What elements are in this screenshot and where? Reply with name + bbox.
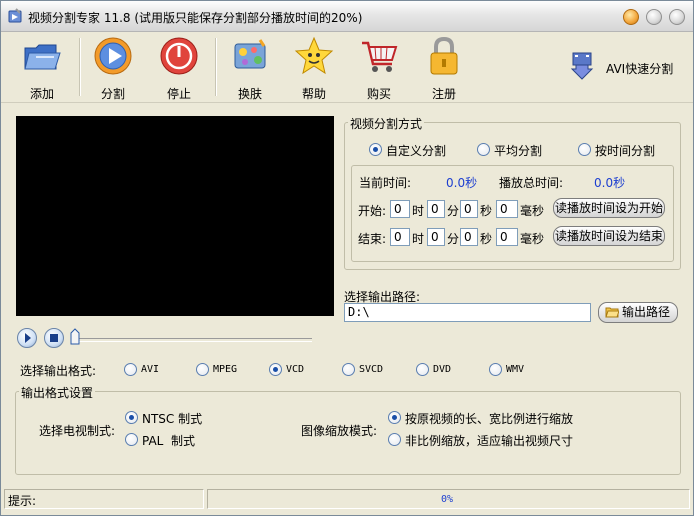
play-icon bbox=[25, 333, 31, 343]
status-hint-pane: 提示: bbox=[4, 489, 204, 509]
folder-icon bbox=[605, 307, 619, 318]
end-ms-input[interactable]: 0 bbox=[496, 228, 518, 246]
radio-time-split-label: 按时间分割 bbox=[595, 144, 656, 158]
split-mode-title: 视频分割方式 bbox=[348, 115, 425, 132]
main-window: 视频分割专家 11.8 (试用版只能保存分割部分播放时间的20%) 添加 分割 bbox=[0, 0, 694, 516]
output-path-input[interactable]: D:\ bbox=[344, 303, 591, 322]
radio-pal-label: PAL 制式 bbox=[142, 434, 195, 448]
seek-slider-thumb[interactable] bbox=[70, 328, 80, 345]
seek-track[interactable] bbox=[75, 338, 312, 342]
toolbar-separator bbox=[79, 38, 81, 96]
skin-button[interactable]: 换肤 bbox=[223, 34, 277, 101]
set-start-button[interactable]: 读播放时间设为开始 bbox=[553, 198, 665, 218]
unit-ms: 毫秒 bbox=[520, 232, 545, 246]
radio-format-avi[interactable] bbox=[124, 363, 137, 376]
unit-hour: 时 bbox=[412, 232, 425, 246]
start-minute-input[interactable]: 0 bbox=[427, 200, 445, 218]
toolbar-separator bbox=[215, 38, 217, 96]
end-minute-input[interactable]: 0 bbox=[427, 228, 445, 246]
status-hint-label: 提示: bbox=[8, 494, 37, 508]
radio-average-split[interactable] bbox=[477, 143, 490, 156]
radio-format-dvd-label: DVD bbox=[433, 364, 452, 375]
skin-palette-icon bbox=[234, 39, 266, 69]
set-end-button[interactable]: 读播放时间设为结束 bbox=[553, 226, 665, 246]
tv-standard-label: 选择电视制式: bbox=[39, 424, 116, 438]
stop-button[interactable]: 停止 bbox=[152, 34, 206, 101]
start-label: 开始: bbox=[358, 204, 387, 218]
maximize-button[interactable] bbox=[646, 9, 662, 25]
stop-square-icon bbox=[50, 334, 58, 342]
total-time-label: 播放总时间: bbox=[499, 176, 564, 190]
register-button[interactable]: 注册 bbox=[417, 34, 471, 101]
folder-open-icon bbox=[24, 44, 61, 70]
window-title: 视频分割专家 11.8 (试用版只能保存分割部分播放时间的20%) bbox=[28, 11, 363, 25]
toolbar: 添加 分割 停止 换肤 帮助 购买 注册 AVI快速分割 bbox=[1, 32, 693, 103]
radio-scale-stretch-label: 非比例缩放，适应输出视频尺寸 bbox=[405, 434, 574, 448]
stop-circle-icon bbox=[160, 37, 198, 75]
avi-fast-split-button[interactable]: AVI快速分割 bbox=[567, 52, 687, 80]
lock-icon bbox=[430, 36, 458, 75]
radio-format-avi-label: AVI bbox=[141, 364, 160, 375]
radio-format-vcd-label: VCD bbox=[286, 364, 305, 375]
unit-hour: 时 bbox=[412, 204, 425, 218]
unit-second: 秒 bbox=[480, 204, 493, 218]
close-button[interactable] bbox=[669, 9, 685, 25]
radio-format-svcd[interactable] bbox=[342, 363, 355, 376]
progress-percent: 0% bbox=[441, 494, 454, 505]
video-preview bbox=[16, 116, 334, 316]
start-hour-input[interactable]: 0 bbox=[390, 200, 410, 218]
star-icon bbox=[294, 36, 334, 75]
format-settings-title: 输出格式设置 bbox=[19, 384, 96, 401]
unit-ms: 毫秒 bbox=[520, 204, 545, 218]
status-progress-pane: 0% bbox=[207, 489, 690, 509]
radio-format-wmv-label: WMV bbox=[506, 364, 525, 375]
end-hour-input[interactable]: 0 bbox=[390, 228, 410, 246]
radio-format-dvd[interactable] bbox=[416, 363, 429, 376]
shopping-cart-icon bbox=[362, 41, 398, 72]
current-time-label: 当前时间: bbox=[359, 176, 412, 190]
radio-custom-split[interactable] bbox=[369, 143, 382, 156]
total-time-value: 0.0秒 bbox=[594, 176, 626, 190]
start-second-input[interactable]: 0 bbox=[460, 200, 478, 218]
radio-format-mpeg-label: MPEG bbox=[213, 364, 238, 375]
title-bar: 视频分割专家 11.8 (试用版只能保存分割部分播放时间的20%) bbox=[1, 1, 693, 32]
output-path-button[interactable]: 输出路径 bbox=[598, 302, 678, 323]
play-circle-icon bbox=[94, 37, 132, 75]
split-button[interactable]: 分割 bbox=[86, 34, 140, 101]
help-button[interactable]: 帮助 bbox=[287, 34, 341, 101]
radio-custom-split-label: 自定义分割 bbox=[386, 144, 447, 158]
minimize-button[interactable] bbox=[623, 9, 639, 25]
app-icon bbox=[8, 8, 22, 23]
add-button[interactable]: 添加 bbox=[15, 34, 69, 101]
buy-button[interactable]: 购买 bbox=[352, 34, 406, 101]
start-ms-input[interactable]: 0 bbox=[496, 200, 518, 218]
unit-second: 秒 bbox=[480, 232, 493, 246]
scale-mode-label: 图像缩放模式: bbox=[301, 424, 378, 438]
radio-format-mpeg[interactable] bbox=[196, 363, 209, 376]
end-label: 结束: bbox=[358, 232, 387, 246]
radio-time-split[interactable] bbox=[578, 143, 591, 156]
play-button[interactable] bbox=[17, 328, 37, 348]
current-time-value: 0.0秒 bbox=[446, 176, 478, 190]
radio-scale-proportional-label: 按原视频的长、宽比例进行缩放 bbox=[405, 412, 574, 426]
stop-playback-button[interactable] bbox=[44, 328, 64, 348]
radio-format-wmv[interactable] bbox=[489, 363, 502, 376]
radio-ntsc[interactable] bbox=[125, 411, 138, 424]
radio-format-svcd-label: SVCD bbox=[359, 364, 384, 375]
unit-minute: 分 bbox=[447, 204, 460, 218]
status-bar: 提示: 0% bbox=[1, 487, 693, 515]
radio-scale-stretch[interactable] bbox=[388, 433, 401, 446]
end-second-input[interactable]: 0 bbox=[460, 228, 478, 246]
radio-ntsc-label: NTSC 制式 bbox=[142, 412, 203, 426]
unit-minute: 分 bbox=[447, 232, 460, 246]
radio-pal[interactable] bbox=[125, 433, 138, 446]
film-down-arrow-icon bbox=[570, 52, 594, 80]
output-format-label: 选择输出格式: bbox=[20, 364, 97, 378]
radio-scale-proportional[interactable] bbox=[388, 411, 401, 424]
radio-format-vcd[interactable] bbox=[269, 363, 282, 376]
radio-average-split-label: 平均分割 bbox=[494, 144, 543, 158]
